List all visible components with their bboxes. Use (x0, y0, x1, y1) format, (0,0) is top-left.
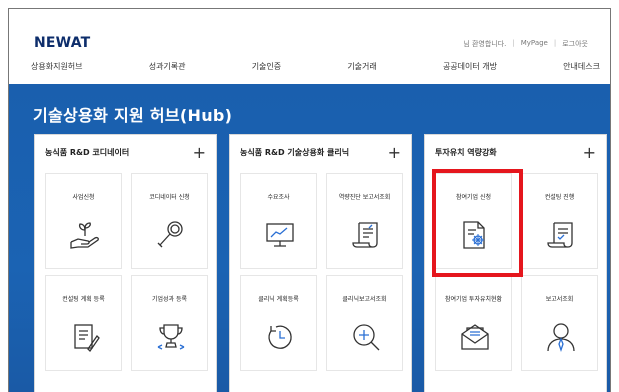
panel-clinic: 농식품 R&D 기술상용화 클리닉 + 수요조사 역량진단 보고서조회 클리닉 … (229, 134, 412, 392)
tile-label: 보고서조회 (545, 296, 574, 303)
nav-item-certification[interactable]: 기술인증 (252, 61, 281, 72)
divider: | (553, 39, 557, 47)
user-icon (544, 320, 578, 354)
clock-icon (263, 320, 297, 354)
tile-clinic-plan[interactable]: 클리닉 계획등록 (240, 275, 317, 371)
envelope-icon (458, 320, 492, 354)
tile-label: 기업성과 등록 (151, 296, 188, 303)
tile-label: 클리닉보고서조회 (342, 296, 387, 303)
tile-plan-register[interactable]: 컨설팅 계획 등록 (45, 275, 122, 371)
plus-icon[interactable]: + (388, 144, 401, 160)
nav-item-help-desk[interactable]: 안내데스크 (563, 61, 600, 72)
nav-item-hub[interactable]: 상용화지원허브 (31, 61, 83, 72)
tile-apply[interactable]: 사업신청 (45, 173, 122, 269)
main-navigation: 상용화지원허브 성과기록관 기술인증 기술거래 공공데이터 개방 안내데스크 (31, 61, 600, 72)
panel-title: 농식품 R&D 기술상용화 클리닉 (240, 148, 350, 157)
highlight-box (432, 169, 523, 277)
divider: | (512, 39, 515, 47)
mypage-link[interactable]: MyPage (521, 39, 548, 49)
monitor-chart-icon (263, 218, 297, 252)
panel-coordinator: 농식품 R&D 코디네이터 + 사업신청 코디네이터 신청 컨설팅 계획 등록 (34, 134, 217, 392)
trophy-icon (154, 320, 188, 354)
tile-consulting-progress[interactable]: 컨설팅 진행 (521, 173, 598, 269)
nav-item-open-data[interactable]: 공공데이터 개방 (443, 61, 497, 72)
site-logo[interactable]: NEWAT (34, 35, 90, 51)
tile-investment-status[interactable]: 참여기업 투자유치현황 (435, 275, 512, 371)
document-pen-icon (68, 320, 102, 354)
nav-item-trading[interactable]: 기술거래 (347, 61, 376, 72)
utility-links: 님 환영합니다. | MyPage | 로그아웃 (463, 39, 588, 49)
tile-label: 역량진단 보고서조회 (338, 194, 391, 201)
logout-link[interactable]: 로그아웃 (562, 39, 588, 49)
tile-coordinator-apply[interactable]: 코디네이터 신청 (131, 173, 208, 269)
hand-plant-icon (68, 218, 102, 252)
panel-title: 투자유치 역량강화 (435, 148, 497, 157)
scroll-document-icon (349, 218, 383, 252)
nav-item-records[interactable]: 성과기록관 (149, 61, 186, 72)
tile-label: 컨설팅 진행 (544, 194, 575, 201)
tile-label: 컨설팅 계획 등록 (62, 296, 105, 303)
checklist-icon (544, 218, 578, 252)
tile-diagnosis-report[interactable]: 역량진단 보고서조회 (326, 173, 403, 269)
hero-section: 기술상용화 지원 허브(Hub) 농식품 R&D 코디네이터 + 사업신청 코디… (9, 84, 610, 392)
tile-demand-survey[interactable]: 수요조사 (240, 173, 317, 269)
top-header: NEWAT 님 환영합니다. | MyPage | 로그아웃 상용화지원허브 성… (9, 9, 610, 84)
tile-label: 사업신청 (72, 194, 95, 201)
zoom-in-icon (349, 320, 383, 354)
page-title: 기술상용화 지원 허브(Hub) (33, 106, 233, 125)
magnifier-search-icon (154, 218, 188, 252)
tile-clinic-report[interactable]: 클리닉보고서조회 (326, 275, 403, 371)
tile-label: 코디네이터 신청 (149, 194, 190, 201)
browser-frame: NEWAT 님 환영합니다. | MyPage | 로그아웃 상용화지원허브 성… (8, 8, 611, 392)
tile-performance-register[interactable]: 기업성과 등록 (131, 275, 208, 371)
tile-label: 참여기업 투자유치현황 (444, 296, 503, 303)
plus-icon[interactable]: + (583, 144, 596, 160)
tile-report-view[interactable]: 보고서조회 (521, 275, 598, 371)
welcome-text: 님 환영합니다. (463, 40, 507, 48)
tile-label: 클리닉 계획등록 (258, 296, 299, 303)
tile-label: 수요조사 (267, 194, 290, 201)
plus-icon[interactable]: + (193, 144, 206, 160)
panel-title: 농식품 R&D 코디네이터 (45, 148, 130, 157)
